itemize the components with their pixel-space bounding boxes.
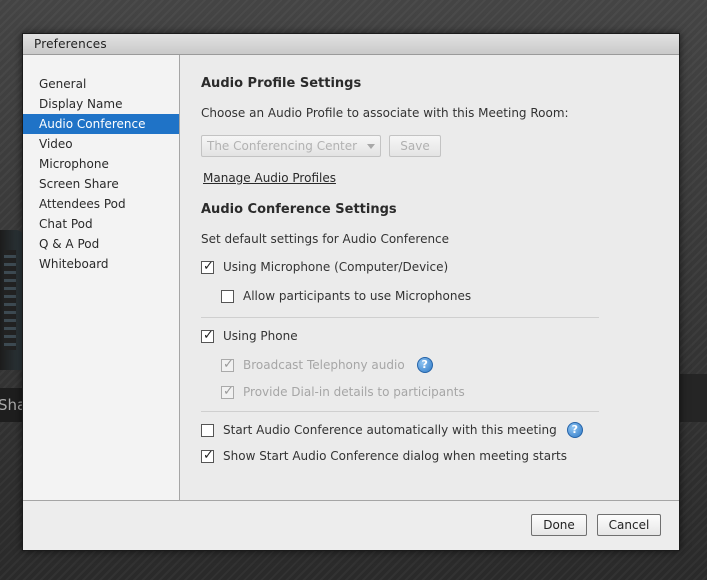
sidebar-item-general[interactable]: General	[23, 74, 179, 94]
audio-profile-prompt: Choose an Audio Profile to associate wit…	[201, 106, 569, 120]
broadcast-telephony-checkbox[interactable]: ✓	[221, 356, 234, 372]
divider	[201, 411, 599, 412]
broadcast-telephony-label: Broadcast Telephony audio	[243, 358, 405, 372]
audio-profile-select[interactable]: The Conferencing Center	[201, 135, 381, 157]
checkmark-icon: ✓	[203, 327, 214, 343]
checkmark-icon: ✓	[223, 383, 234, 399]
show-start-dialog-row[interactable]: ✓ Show Start Audio Conference dialog whe…	[201, 447, 567, 463]
save-button[interactable]: Save	[389, 135, 441, 157]
background-artwork	[0, 230, 24, 370]
dialog-titlebar[interactable]: Preferences	[23, 34, 679, 55]
start-auto-row[interactable]: Start Audio Conference automatically wit…	[201, 422, 583, 438]
cancel-button[interactable]: Cancel	[597, 514, 661, 536]
audio-conference-description: Set default settings for Audio Conferenc…	[201, 232, 450, 246]
done-button[interactable]: Done	[531, 514, 587, 536]
sidebar-item-screen-share[interactable]: Screen Share	[23, 174, 179, 194]
provide-dialin-label: Provide Dial-in details to participants	[243, 385, 465, 399]
sidebar-item-audio-conference[interactable]: Audio Conference	[23, 114, 179, 134]
show-start-dialog-checkbox[interactable]: ✓	[201, 447, 214, 463]
start-auto-label: Start Audio Conference automatically wit…	[223, 423, 557, 437]
sidebar-item-display-name[interactable]: Display Name	[23, 94, 179, 114]
show-start-dialog-label: Show Start Audio Conference dialog when …	[223, 449, 567, 463]
broadcast-telephony-row[interactable]: ✓ Broadcast Telephony audio ?	[221, 357, 433, 373]
dialog-title: Preferences	[34, 37, 107, 51]
preferences-dialog: Preferences General Display Name Audio C…	[22, 33, 680, 551]
checkmark-icon: ✓	[203, 258, 214, 274]
audio-profile-heading: Audio Profile Settings	[201, 76, 362, 91]
sidebar-item-whiteboard[interactable]: Whiteboard	[23, 254, 179, 274]
sidebar-item-qa-pod[interactable]: Q & A Pod	[23, 234, 179, 254]
sidebar-item-attendees-pod[interactable]: Attendees Pod	[23, 194, 179, 214]
using-microphone-checkbox[interactable]: ✓	[201, 258, 214, 274]
allow-participants-mic-label: Allow participants to use Microphones	[243, 289, 472, 303]
provide-dialin-checkbox[interactable]: ✓	[221, 383, 234, 399]
background-partial-label: Sha	[0, 388, 24, 422]
sidebar-item-chat-pod[interactable]: Chat Pod	[23, 214, 179, 234]
checkmark-icon: ✓	[223, 356, 234, 372]
using-phone-label: Using Phone	[223, 329, 298, 343]
divider	[201, 317, 599, 318]
allow-participants-mic-checkbox[interactable]	[221, 289, 234, 303]
sidebar: General Display Name Audio Conference Vi…	[23, 55, 180, 500]
provide-dialin-row[interactable]: ✓ Provide Dial-in details to participant…	[221, 383, 465, 399]
audio-profile-select-value: The Conferencing Center	[207, 139, 358, 153]
using-microphone-label: Using Microphone (Computer/Device)	[223, 260, 449, 274]
dialog-body: General Display Name Audio Conference Vi…	[23, 55, 679, 501]
help-icon[interactable]: ?	[416, 357, 433, 373]
checkmark-icon: ✓	[203, 447, 214, 463]
help-icon[interactable]: ?	[566, 422, 583, 438]
using-microphone-row[interactable]: ✓ Using Microphone (Computer/Device)	[201, 258, 449, 274]
using-phone-checkbox[interactable]: ✓	[201, 327, 214, 343]
allow-participants-mic-row[interactable]: Allow participants to use Microphones	[221, 289, 471, 303]
background-band	[680, 374, 707, 422]
audio-conference-heading: Audio Conference Settings	[201, 202, 397, 217]
settings-panel: Audio Profile Settings Choose an Audio P…	[180, 55, 679, 500]
using-phone-row[interactable]: ✓ Using Phone	[201, 327, 298, 343]
chevron-down-icon	[367, 144, 375, 149]
manage-audio-profiles-link[interactable]: Manage Audio Profiles	[203, 171, 336, 185]
start-auto-checkbox[interactable]	[201, 423, 214, 437]
sidebar-item-video[interactable]: Video	[23, 134, 179, 154]
sidebar-item-microphone[interactable]: Microphone	[23, 154, 179, 174]
